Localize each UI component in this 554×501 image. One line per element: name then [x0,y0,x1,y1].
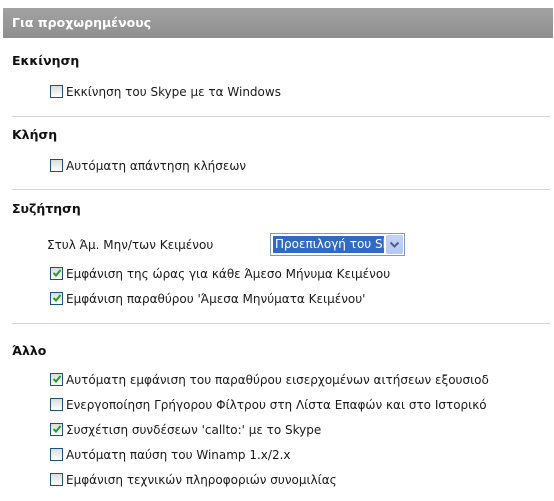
panel-title: Για προχωρημένους [12,15,152,30]
section-title-startup: Εκκίνηση [12,53,80,68]
chevron-down-icon[interactable] [386,235,403,254]
callto-association-checkbox[interactable] [50,423,63,436]
section-title-other: Άλλο [12,343,47,358]
callto-association-label: Συσχέτιση συνδέσεων 'callto:' με το Skyp… [66,422,322,437]
auto-answer-label: Αυτόματη απάντηση κλήσεων [66,158,247,173]
section-title-call: Κλήση [12,127,58,142]
show-time-label: Εμφάνιση της ώρας για κάθε Άμεσο Μήνυμα … [66,266,391,281]
auto-show-auth-requests-option[interactable]: Αυτόματη εμφάνιση του παραθύρου εισερχομ… [50,372,489,387]
quick-filter-option[interactable]: Ενεργοποίηση Γρήγορου Φίλτρου στη Λίστα … [50,397,487,412]
auto-show-auth-requests-checkbox[interactable] [50,373,63,386]
panel-header: Για προχωρημένους [3,8,553,38]
tech-info-option[interactable]: Εμφάνιση τεχνικών πληροφοριών συνομιλίας [50,472,337,487]
auto-answer-checkbox[interactable] [50,159,63,172]
start-with-windows-label: Εκκίνηση του Skype με τα Windows [66,84,281,99]
divider [12,189,550,190]
divider [12,116,550,117]
show-im-window-label: Εμφάνιση παραθύρου 'Άμεσα Μηνύματα Κειμέ… [66,291,366,306]
pause-winamp-label: Αυτόματη παύση του Winamp 1.x/2.x [66,447,291,462]
start-with-windows-checkbox[interactable] [50,85,63,98]
auto-show-auth-requests-label: Αυτόματη εμφάνιση του παραθύρου εισερχομ… [66,372,489,387]
callto-association-option[interactable]: Συσχέτιση συνδέσεων 'callto:' με το Skyp… [50,422,321,437]
tech-info-label: Εμφάνιση τεχνικών πληροφοριών συνομιλίας [66,472,337,487]
im-style-label: Στυλ Άμ. Μην/των Κειμένου [47,238,214,252]
show-time-checkbox[interactable] [50,267,63,280]
show-time-option[interactable]: Εμφάνιση της ώρας για κάθε Άμεσο Μήνυμα … [50,266,390,281]
section-title-chat: Συζήτηση [12,201,81,216]
quick-filter-label: Ενεργοποίηση Γρήγορου Φίλτρου στη Λίστα … [66,397,487,412]
quick-filter-checkbox[interactable] [50,398,63,411]
show-im-window-checkbox[interactable] [50,292,63,305]
pause-winamp-checkbox[interactable] [50,448,63,461]
show-im-window-option[interactable]: Εμφάνιση παραθύρου 'Άμεσα Μηνύματα Κειμέ… [50,291,365,306]
im-style-select[interactable]: Προεπιλογή του Skype [270,233,405,256]
start-with-windows-option[interactable]: Εκκίνηση του Skype με τα Windows [50,84,281,99]
pause-winamp-option[interactable]: Αυτόματη παύση του Winamp 1.x/2.x [50,447,291,462]
im-style-selected-value: Προεπιλογή του Skype [273,236,384,253]
auto-answer-option[interactable]: Αυτόματη απάντηση κλήσεων [50,158,246,173]
tech-info-checkbox[interactable] [50,473,63,486]
divider [12,323,550,324]
